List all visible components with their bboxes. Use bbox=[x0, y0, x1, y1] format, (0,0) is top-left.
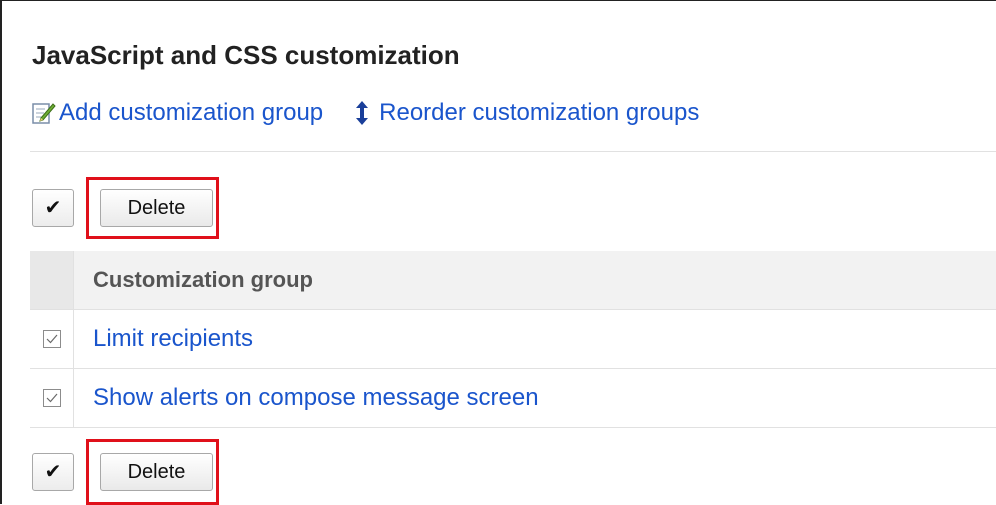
action-menu: Add customization group Reorder customiz… bbox=[32, 95, 699, 131]
table-row: Show alerts on compose message screen bbox=[30, 369, 996, 428]
table-row: Limit recipients bbox=[30, 310, 996, 369]
group-link[interactable]: Limit recipients bbox=[93, 325, 253, 353]
customization-group-table: Customization group Limit recipients Sho… bbox=[30, 251, 996, 428]
edit-pencil-icon bbox=[32, 101, 56, 125]
table-header-row: Customization group bbox=[30, 251, 996, 310]
row-checkbox[interactable] bbox=[42, 330, 61, 348]
delete-button-bottom[interactable]: Delete bbox=[100, 453, 213, 491]
vertical-arrows-icon bbox=[355, 100, 369, 126]
divider bbox=[30, 151, 996, 152]
check-all-button-bottom[interactable]: ✔ bbox=[32, 453, 74, 491]
group-link[interactable]: Show alerts on compose message screen bbox=[93, 384, 539, 412]
add-customization-group-link[interactable]: Add customization group bbox=[32, 99, 323, 127]
delete-button-top[interactable]: Delete bbox=[100, 189, 213, 227]
reorder-customization-groups-label: Reorder customization groups bbox=[379, 99, 700, 126]
header-cell: Customization group bbox=[74, 251, 996, 309]
row-checkbox[interactable] bbox=[42, 389, 61, 407]
row-name-cell: Show alerts on compose message screen bbox=[74, 369, 996, 427]
column-header-customization-group: Customization group bbox=[93, 267, 313, 292]
reorder-customization-groups-link[interactable]: Reorder customization groups bbox=[355, 99, 699, 127]
row-check-cell bbox=[30, 310, 74, 368]
page-title: JavaScript and CSS customization bbox=[32, 40, 460, 70]
header-check-cell bbox=[30, 251, 74, 309]
content-frame: JavaScript and CSS customization Add cus… bbox=[0, 0, 996, 505]
row-name-cell: Limit recipients bbox=[74, 310, 996, 368]
row-check-cell bbox=[30, 369, 74, 427]
check-all-button-top[interactable]: ✔ bbox=[32, 189, 74, 227]
add-customization-group-label: Add customization group bbox=[59, 99, 324, 126]
